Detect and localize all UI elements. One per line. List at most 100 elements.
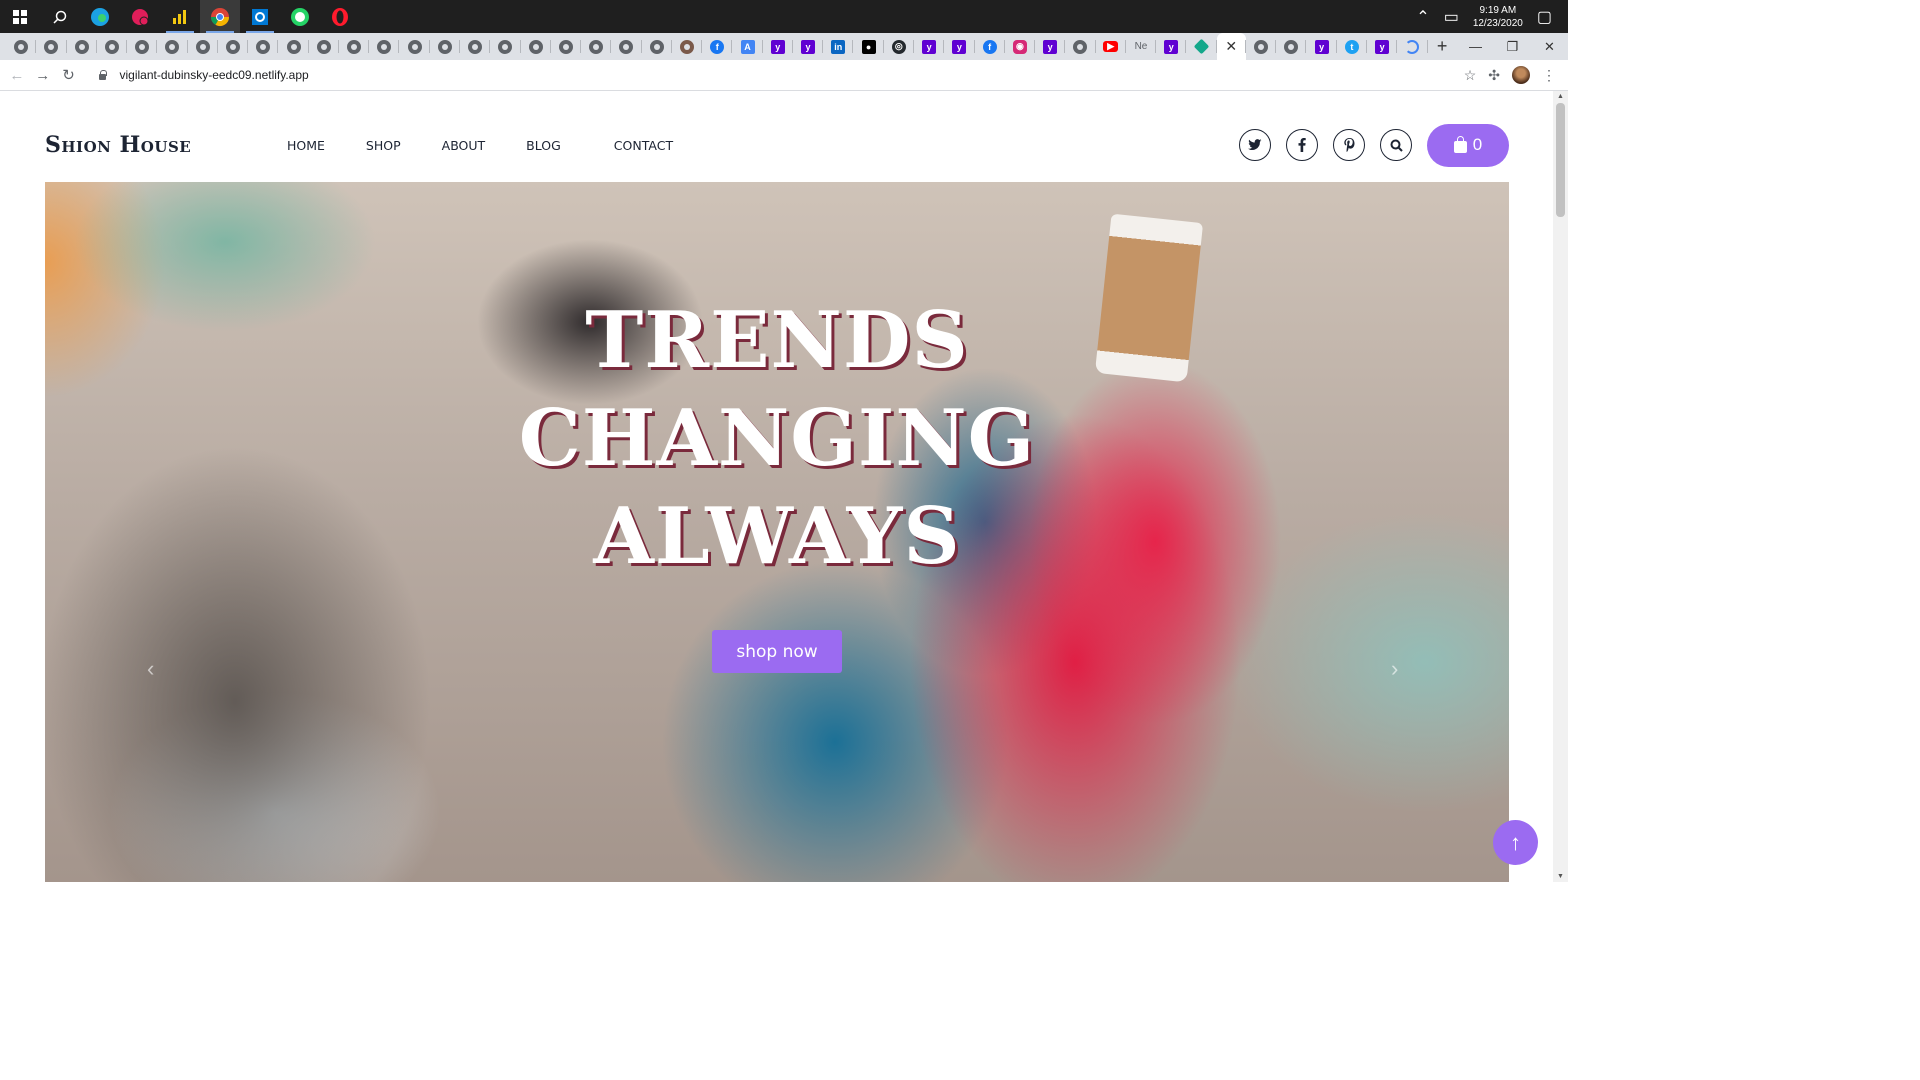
youtube-favicon-icon: ▶ (1103, 41, 1119, 52)
chrome-icon[interactable] (200, 0, 240, 33)
browser-tab[interactable]: y (763, 33, 794, 60)
browser-tab[interactable]: y (793, 33, 824, 60)
browser-tab[interactable]: A (732, 33, 763, 60)
browser-tab[interactable] (1186, 33, 1217, 60)
browser-tab[interactable]: y (1035, 33, 1066, 60)
minimize-icon[interactable]: — (1457, 39, 1494, 55)
notification-icon[interactable]: ▢ (1537, 7, 1552, 27)
browser-tab[interactable] (248, 33, 279, 60)
browser-tab[interactable] (1397, 33, 1428, 60)
nav-home[interactable]: HOME (287, 138, 325, 153)
edge-browser-icon[interactable] (80, 0, 120, 33)
browser-tab[interactable]: ◉ (1005, 33, 1036, 60)
browser-tab[interactable] (127, 33, 158, 60)
generic-favicon-icon (256, 39, 271, 54)
browser-tab[interactable] (6, 33, 37, 60)
browser-tab[interactable] (278, 33, 309, 60)
browser-tab[interactable] (490, 33, 521, 60)
browser-tab[interactable] (611, 33, 642, 60)
close-window-icon[interactable]: ✕ (1531, 39, 1568, 55)
clock-date: 12/23/2020 (1472, 17, 1523, 29)
profile-avatar[interactable] (1512, 66, 1530, 84)
scrollbar-thumb[interactable] (1556, 103, 1565, 217)
cart-button[interactable]: 0 (1427, 123, 1509, 167)
browser-tab[interactable] (399, 33, 430, 60)
nav-shop[interactable]: SHOP (366, 138, 401, 153)
browser-tab[interactable] (642, 33, 673, 60)
browser-tab[interactable] (339, 33, 370, 60)
restore-icon[interactable]: ❐ (1494, 39, 1531, 55)
url-text[interactable]: vigilant-dubinsky-eedc09.netlify.app (119, 68, 308, 82)
browser-tab[interactable]: f (702, 33, 733, 60)
browser-tab[interactable]: ● (853, 33, 884, 60)
system-tray: ⌃ ▭ 9:19 AM 12/23/2020 ▢ (1416, 4, 1568, 30)
page-scrollbar[interactable]: ▲ ▼ (1553, 91, 1568, 882)
windows-start-icon[interactable] (0, 0, 40, 33)
twitter-icon[interactable] (1239, 129, 1271, 161)
generic-favicon-icon (286, 39, 301, 54)
carousel-prev-icon[interactable]: ‹ (147, 656, 154, 682)
browser-tab[interactable] (369, 33, 400, 60)
browser-tab[interactable] (1065, 33, 1096, 60)
browser-tab[interactable] (188, 33, 219, 60)
browser-tab[interactable] (460, 33, 491, 60)
scroll-down-arrow-icon[interactable]: ▼ (1557, 873, 1564, 880)
power-bi-icon[interactable] (160, 0, 200, 33)
browser-tab[interactable] (218, 33, 249, 60)
lock-icon[interactable] (97, 70, 108, 80)
scroll-up-arrow-icon[interactable]: ▲ (1557, 93, 1564, 100)
close-icon[interactable]: ✕ (1225, 38, 1237, 55)
outlook-icon[interactable] (240, 0, 280, 33)
pinterest-icon[interactable] (1333, 129, 1365, 161)
new-tab-button[interactable]: + (1428, 36, 1457, 57)
browser-tab[interactable] (309, 33, 340, 60)
browser-tab[interactable]: y (1306, 33, 1337, 60)
more-menu-icon[interactable]: ⋮ (1542, 67, 1556, 84)
browser-tab[interactable]: f (975, 33, 1006, 60)
browser-tab[interactable]: ◎ (884, 33, 915, 60)
back-arrow-icon[interactable]: ← (4, 67, 30, 84)
browser-tab[interactable] (1276, 33, 1307, 60)
browser-tab[interactable]: y (944, 33, 975, 60)
browser-tab[interactable] (1246, 33, 1277, 60)
browser-tab[interactable]: y (1156, 33, 1187, 60)
browser-tab[interactable]: in (823, 33, 854, 60)
browser-tab[interactable] (67, 33, 98, 60)
nav-contact[interactable]: CONTACT (614, 138, 673, 153)
browser-tab[interactable]: y (914, 33, 945, 60)
extensions-puzzle-icon[interactable]: ✣ (1488, 67, 1500, 84)
reload-icon[interactable]: ↻ (56, 66, 82, 84)
search-icon[interactable] (40, 0, 80, 33)
slack-icon[interactable] (120, 0, 160, 33)
scroll-to-top-button[interactable]: ↑ (1493, 820, 1538, 865)
chevron-up-icon[interactable]: ⌃ (1416, 7, 1429, 27)
browser-tab[interactable] (97, 33, 128, 60)
browser-tab[interactable] (551, 33, 582, 60)
browser-tab[interactable] (521, 33, 552, 60)
whatsapp-icon[interactable] (280, 0, 320, 33)
browser-tab[interactable] (581, 33, 612, 60)
battery-icon[interactable]: ▭ (1444, 7, 1459, 27)
site-logo[interactable]: Shion House (45, 132, 287, 158)
carousel-next-icon[interactable]: › (1391, 656, 1398, 682)
browser-tab[interactable]: Ne (1126, 33, 1157, 60)
facebook-icon[interactable] (1286, 129, 1318, 161)
browser-tab[interactable] (672, 33, 703, 60)
nav-about[interactable]: ABOUT (442, 138, 486, 153)
browser-tab[interactable]: ▶ (1096, 33, 1127, 60)
browser-tab[interactable] (36, 33, 67, 60)
opera-icon[interactable] (320, 0, 360, 33)
browser-tab-active[interactable]: ✕ (1216, 33, 1247, 60)
browser-tab[interactable]: y (1367, 33, 1398, 60)
browser-tab[interactable]: t (1337, 33, 1368, 60)
bookmark-star-icon[interactable]: ☆ (1464, 67, 1477, 84)
instagram-favicon-icon: ◉ (1012, 39, 1027, 54)
forward-arrow-icon[interactable]: → (30, 67, 56, 84)
search-icon[interactable] (1380, 129, 1412, 161)
shop-now-button[interactable]: shop now (712, 630, 842, 673)
taskbar-clock[interactable]: 9:19 AM 12/23/2020 (1473, 4, 1523, 30)
nav-blog[interactable]: BLOG (526, 138, 561, 153)
address-bar[interactable]: vigilant-dubinsky-eedc09.netlify.app (87, 61, 1464, 89)
browser-tab[interactable] (157, 33, 188, 60)
browser-tab[interactable] (430, 33, 461, 60)
